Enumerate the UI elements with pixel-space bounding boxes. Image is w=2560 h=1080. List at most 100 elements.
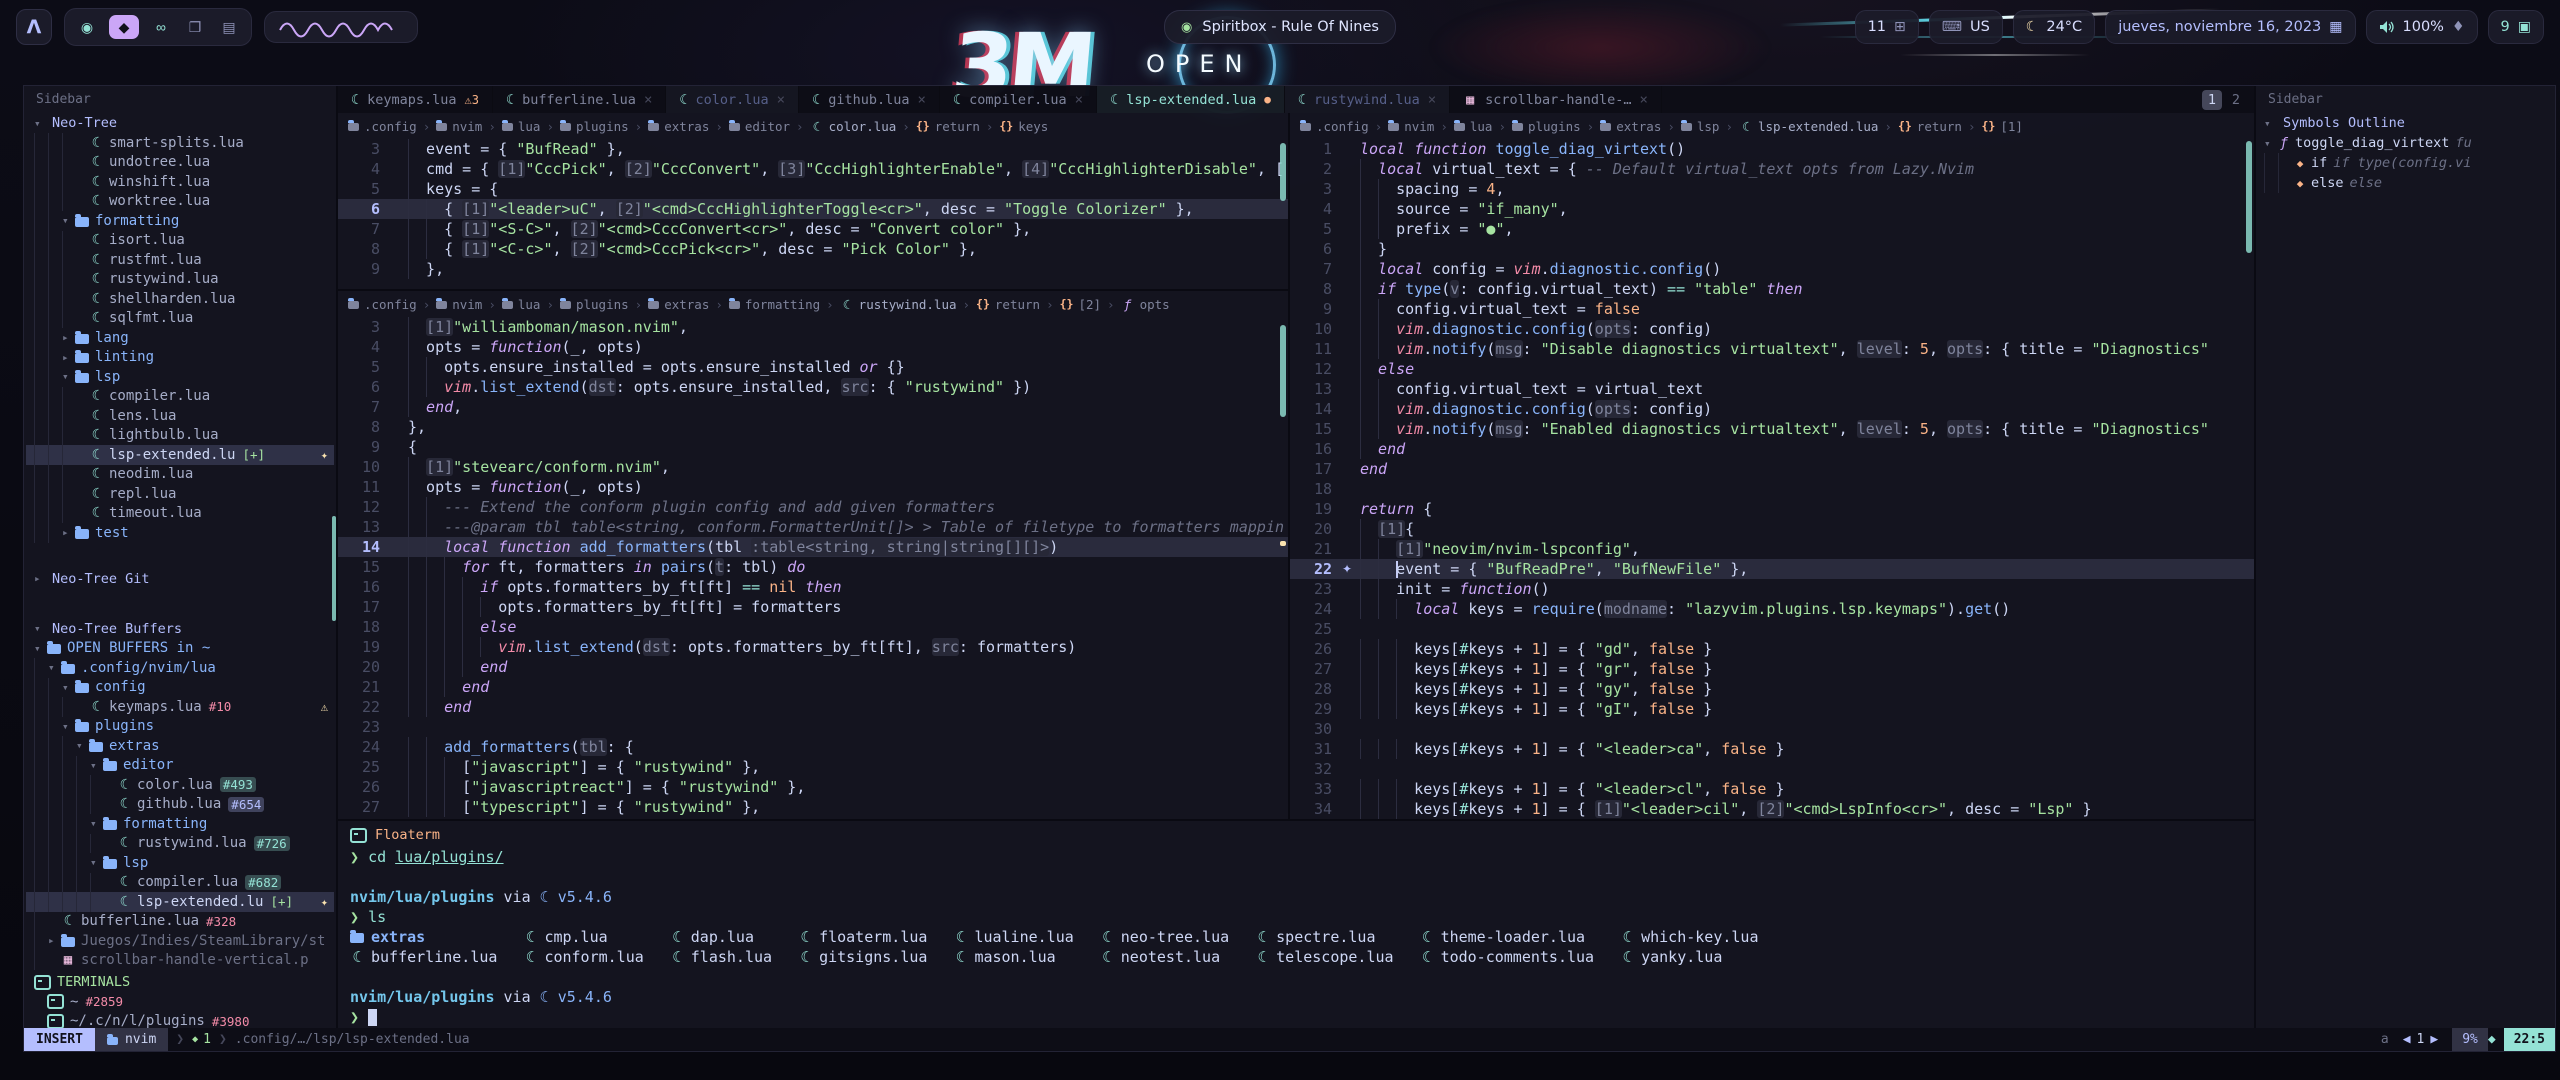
tree-item[interactable]: ☾repl.lua	[26, 484, 334, 504]
tree-item[interactable]: ☾sqlfmt.lua	[26, 309, 334, 329]
breadcrumb-segment[interactable]: extras	[648, 119, 709, 134]
code-line[interactable]: 30	[1290, 719, 2254, 739]
code-line[interactable]: 34keys[#keys + 1] = { [1]"<leader>cil", …	[1290, 799, 2254, 819]
close-icon[interactable]: ×	[918, 92, 926, 108]
breadcrumb-segment[interactable]: {}return	[976, 297, 1040, 312]
breadcrumb-segment[interactable]: {}return	[1898, 119, 1962, 134]
tree-item[interactable]: ☾lsp-extended.lu[+]✦	[26, 892, 334, 912]
code-line[interactable]: 27keys[#keys + 1] = { "gr", false }	[1290, 659, 2254, 679]
code-line[interactable]: 21end	[338, 677, 1288, 697]
breadcrumb-segment[interactable]: lua	[502, 119, 541, 134]
tree-item[interactable]: ☾lens.lua	[26, 406, 334, 426]
tree-item[interactable]: ☾worktree.lua	[26, 192, 334, 212]
breadcrumb-segment[interactable]: ☾color.lua	[810, 119, 897, 134]
code-line[interactable]: 19vim.list_extend(dst: opts.formatters_b…	[338, 637, 1288, 657]
tool-button-2[interactable]: ▤	[217, 15, 241, 39]
breadcrumb-segment[interactable]: ☾lsp-extended.lua	[1739, 119, 1878, 134]
code-line[interactable]: 6vim.list_extend(dst: opts.ensure_instal…	[338, 377, 1288, 397]
code-line[interactable]: 13config.virtual_text = virtual_text	[1290, 379, 2254, 399]
scrollbar[interactable]	[2246, 141, 2252, 253]
code-line[interactable]: 7end,	[338, 397, 1288, 417]
code-line[interactable]: 16if opts.formatters_by_ft[ft] == nil th…	[338, 577, 1288, 597]
code-line[interactable]: 28keys[#keys + 1] = { "gy", false }	[1290, 679, 2254, 699]
section-header-terminals[interactable]: TERMINALS	[26, 972, 334, 992]
code-line[interactable]: 7local config = vim.diagnostic.config()	[1290, 259, 2254, 279]
outline-item[interactable]: ◆ifif type(config.vi	[2256, 153, 2555, 173]
volume-widget[interactable]: 100% ♦	[2366, 10, 2478, 44]
tree-item[interactable]: ☾rustfmt.lua	[26, 250, 334, 270]
tree-item[interactable]: ▾lsp	[26, 853, 334, 873]
code-line[interactable]: 24local keys = require(modname: "lazyvim…	[1290, 599, 2254, 619]
now-playing-widget[interactable]: ◉ Spiritbox - Rule Of Nines	[1164, 10, 1396, 44]
code-line[interactable]: 9{	[338, 437, 1288, 457]
code-line[interactable]: 10[1]"stevearc/conform.nvim",	[338, 457, 1288, 477]
section-header-files[interactable]: ▾Neo-Tree	[26, 113, 334, 133]
code-line[interactable]: 17end	[1290, 459, 2254, 479]
close-icon[interactable]: ×	[777, 92, 785, 108]
tree-item[interactable]: ☾rustywind.lua	[26, 270, 334, 290]
breadcrumb-segment[interactable]: extras	[1600, 119, 1661, 134]
buffer-tab[interactable]: ☾rustywind.lua×	[1285, 86, 1450, 113]
code-line[interactable]: 22end	[338, 697, 1288, 717]
code-line[interactable]: 29keys[#keys + 1] = { "gI", false }	[1290, 699, 2254, 719]
buffer-tab[interactable]: ☾compiler.lua×	[940, 86, 1097, 113]
tree-item[interactable]: ▾config	[26, 678, 334, 698]
branch-indicator[interactable]: ◆ 1	[192, 1032, 211, 1047]
tree-item[interactable]: ☾smart-splits.lua	[26, 133, 334, 153]
buffer-tab[interactable]: ☾keymaps.lua⚠3	[338, 86, 493, 113]
code-line[interactable]: 27["typescript"] = { "rustywind" },	[338, 797, 1288, 817]
terminal-line[interactable]: ❯	[350, 1007, 2254, 1027]
code-line[interactable]: 11vim.notify(msg: "Disable diagnostics v…	[1290, 339, 2254, 359]
tree-item[interactable]: ~/.c/n/l/plugins#3980	[26, 1012, 334, 1029]
code-line[interactable]: 13---@param tbl table<string, conform.Fo…	[338, 517, 1288, 537]
breadcrumb-segment[interactable]: plugins	[560, 119, 629, 134]
keyboard-layout-widget[interactable]: ⌨ US	[1929, 10, 2003, 44]
code-line[interactable]: 3spacing = 4,	[1290, 179, 2254, 199]
tree-item[interactable]: ▾.config/nvim/lua	[26, 658, 334, 678]
tag-button-1[interactable]: ◉	[75, 15, 99, 39]
tabpage-next[interactable]: 2	[2226, 90, 2246, 110]
tree-item[interactable]: ☾compiler.lua#682	[26, 873, 334, 893]
code-line[interactable]: 21[1]"neovim/nvim-lspconfig",	[1290, 539, 2254, 559]
scrollbar[interactable]	[1280, 143, 1286, 201]
tool-button-1[interactable]: ❐	[183, 15, 207, 39]
code-line[interactable]: 14vim.diagnostic.config(opts: config)	[1290, 399, 2254, 419]
code-line[interactable]: 25["javascript"] = { "rustywind" },	[338, 757, 1288, 777]
tree-item[interactable]: ▦scrollbar-handle-vertical.p	[26, 951, 334, 971]
tree-item[interactable]: ☾timeout.lua	[26, 504, 334, 524]
breadcrumb-segment[interactable]: .config	[1300, 119, 1369, 134]
tree-item[interactable]: ▸linting	[26, 348, 334, 368]
tree-item[interactable]: ☾github.lua#654	[26, 795, 334, 815]
breadcrumb-segment[interactable]: extras	[648, 297, 709, 312]
code-line[interactable]: 24add_formatters(tbl: {	[338, 737, 1288, 757]
tree-item[interactable]: ▾formatting	[26, 814, 334, 834]
tag-button-2[interactable]: ◆	[109, 15, 139, 39]
date-widget[interactable]: jueves, noviembre 16, 2023 ▦	[2105, 10, 2355, 44]
floaterm-body[interactable]: ❯ cd lua/plugins/ nvim/lua/plugins via ☾…	[338, 847, 2254, 1027]
code-line[interactable]: 32	[1290, 759, 2254, 779]
buffer-tab[interactable]: ▦scrollbar-handle-…×	[1450, 86, 1662, 113]
code-line[interactable]: 8},	[338, 417, 1288, 437]
tree-item[interactable]: ☾rustywind.lua#726	[26, 834, 334, 854]
tree-item[interactable]: ▾OPEN BUFFERS in ~	[26, 639, 334, 659]
code-line[interactable]: 9},	[338, 259, 1288, 279]
section-header-buffers[interactable]: ▾Neo-Tree Buffers	[26, 619, 334, 639]
buffer-tab[interactable]: ☾lsp-extended.lua●	[1097, 86, 1285, 113]
tree-item[interactable]: ▸test	[26, 523, 334, 543]
code-line[interactable]: 4source = "if_many",	[1290, 199, 2254, 219]
close-icon[interactable]: ×	[1075, 92, 1083, 108]
cwd-indicator[interactable]: nvim	[95, 1028, 168, 1051]
breadcrumb-segment[interactable]: ☾rustywind.lua	[840, 297, 957, 312]
code-line[interactable]: 4cmd = { [1]"CccPick", [2]"CccConvert", …	[338, 159, 1288, 179]
code-line[interactable]: 5opts.ensure_installed = opts.ensure_ins…	[338, 357, 1288, 377]
breadcrumb-segment[interactable]: .config	[348, 119, 417, 134]
code-line[interactable]: 23	[338, 717, 1288, 737]
tree-item[interactable]: ☾compiler.lua	[26, 387, 334, 407]
symbols-outline-header[interactable]: ▾ Symbols Outline	[2256, 113, 2555, 133]
tree-item[interactable]: ☾undotree.lua	[26, 153, 334, 173]
code-line[interactable]: 20[1]{	[1290, 519, 2254, 539]
code-line[interactable]: 23init = function()	[1290, 579, 2254, 599]
nav-left-icon[interactable]: ◀	[2403, 1032, 2411, 1047]
code-line[interactable]: 2local virtual_text = { -- Default virtu…	[1290, 159, 2254, 179]
code-line[interactable]: 25	[1290, 619, 2254, 639]
